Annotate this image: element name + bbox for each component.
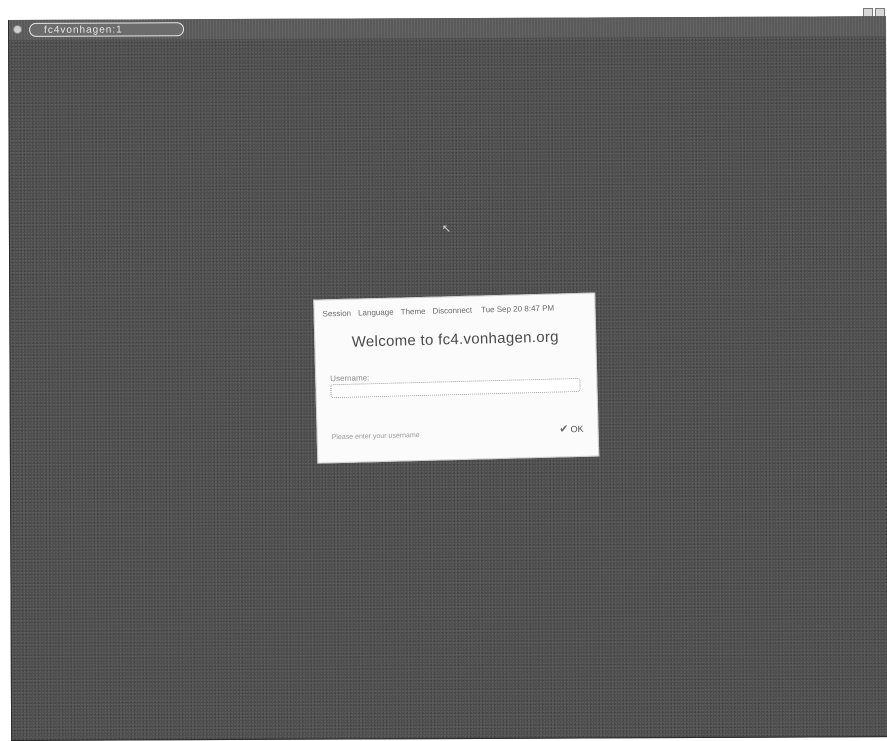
login-dialog: Session Language Theme Disconnect Tue Se… [313,292,600,464]
welcome-title: Welcome to fc4.vonhagen.org [351,328,560,351]
mouse-cursor-icon: ↖ [441,223,452,236]
username-label: Username: [330,373,370,384]
screen: fc4vonhagen:1 ↖ Session Language Theme D… [0,0,887,741]
remote-desktop-window: fc4vonhagen:1 ↖ Session Language Theme D… [8,16,887,741]
ok-label: OK [570,423,584,434]
clock: Tue Sep 20 8:47 PM [480,303,555,315]
menu-disconnect[interactable]: Disconnect [432,306,472,316]
ok-check-icon: ✔ [559,423,569,436]
window-title: fc4vonhagen:1 [29,22,185,37]
status-message: Please enter your username [331,432,420,442]
menu-session[interactable]: Session [322,309,351,319]
ok-button[interactable]: ✔ OK [559,422,584,436]
window-titlebar: fc4vonhagen:1 [8,16,887,40]
window-menu-icon[interactable] [13,24,23,34]
menu-language[interactable]: Language [358,308,394,318]
login-menubar: Session Language Theme Disconnect Tue Se… [322,303,588,319]
menu-theme[interactable]: Theme [401,307,426,317]
